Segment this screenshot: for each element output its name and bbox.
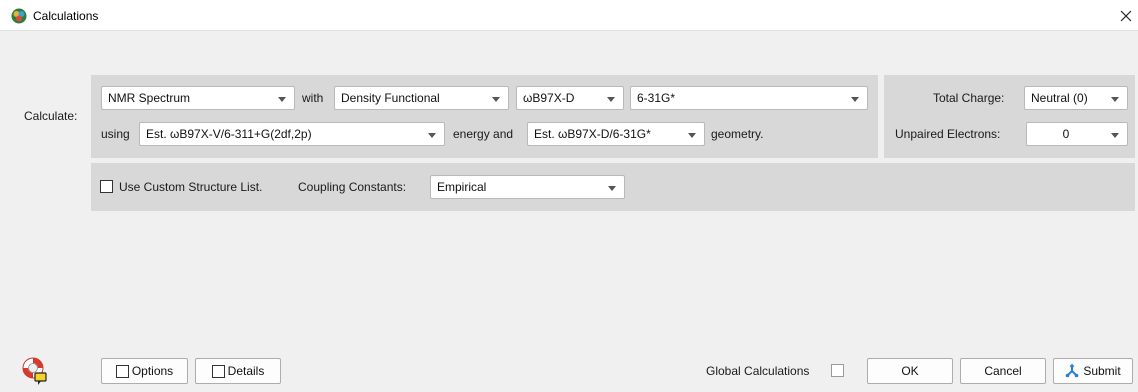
chevron-down-icon: [1111, 133, 1119, 138]
cancel-button-label: Cancel: [984, 364, 1022, 378]
unpaired-electrons-label: Unpaired Electrons:: [895, 127, 1001, 141]
custom-structure-checkbox[interactable]: [100, 180, 113, 193]
cancel-button[interactable]: Cancel: [960, 358, 1046, 384]
global-calculations-checkbox[interactable]: [831, 364, 844, 377]
chevron-down-icon: [428, 133, 436, 138]
calculation-type-select[interactable]: NMR Spectrum: [101, 86, 295, 110]
help-lifebuoy-icon[interactable]: [21, 356, 49, 386]
global-calculations-label: Global Calculations: [706, 364, 810, 378]
options-button[interactable]: Options: [101, 358, 188, 384]
energy-method-value: Est. ωB97X-V/6-311+G(2df,2p): [146, 127, 312, 141]
with-label: with: [302, 91, 324, 105]
submit-button[interactable]: Submit: [1053, 358, 1133, 384]
unpaired-electrons-value: 0: [1062, 127, 1070, 141]
energy-and-label: energy and: [453, 127, 514, 141]
using-label: using: [101, 127, 130, 141]
functional-value: ωB97X-D: [523, 91, 575, 105]
geometry-method-select[interactable]: Est. ωB97X-D/6-31G*: [527, 122, 705, 146]
unpaired-electrons-select[interactable]: 0: [1026, 122, 1128, 146]
basis-set-select[interactable]: 6-31G*: [630, 86, 868, 110]
options-checkbox-icon: [115, 364, 129, 378]
coupling-constants-label: Coupling Constants:: [298, 180, 407, 194]
functional-select[interactable]: ωB97X-D: [516, 86, 624, 110]
chevron-down-icon: [492, 97, 500, 102]
submit-molecule-icon: [1066, 364, 1079, 378]
window-title: Calculations: [33, 9, 99, 23]
total-charge-value: Neutral (0): [1031, 91, 1088, 105]
chevron-down-icon: [608, 186, 616, 191]
basis-set-value: 6-31G*: [637, 91, 676, 105]
details-checkbox-icon: [211, 364, 225, 378]
coupling-constants-value: Empirical: [437, 180, 487, 194]
title-bar: Calculations: [0, 0, 1138, 31]
energy-method-select[interactable]: Est. ωB97X-V/6-311+G(2df,2p): [139, 122, 445, 146]
total-charge-label: Total Charge:: [933, 91, 1005, 105]
custom-structure-label: Use Custom Structure List.: [119, 180, 263, 194]
close-button[interactable]: [1092, 0, 1138, 31]
geometry-method-value: Est. ωB97X-D/6-31G*: [534, 127, 651, 141]
calculate-label: Calculate:: [24, 109, 78, 123]
geometry-label: geometry.: [711, 127, 764, 141]
chevron-down-icon: [851, 97, 859, 102]
details-button-label: Details: [227, 364, 265, 378]
ok-button-label: OK: [901, 364, 919, 378]
chevron-down-icon: [1111, 97, 1119, 102]
details-button[interactable]: Details: [195, 358, 281, 384]
coupling-constants-select[interactable]: Empirical: [430, 175, 625, 199]
total-charge-select[interactable]: Neutral (0): [1024, 86, 1128, 110]
chevron-down-icon: [278, 97, 286, 102]
calculation-type-value: NMR Spectrum: [108, 91, 191, 105]
submit-button-label: Submit: [1083, 364, 1121, 378]
chevron-down-icon: [607, 97, 615, 102]
ok-button[interactable]: OK: [867, 358, 953, 384]
chevron-down-icon: [688, 133, 696, 138]
close-icon: [1120, 10, 1132, 21]
method-select[interactable]: Density Functional: [334, 86, 509, 110]
options-button-label: Options: [131, 364, 174, 378]
app-icon: [11, 8, 27, 24]
method-value: Density Functional: [341, 91, 440, 105]
